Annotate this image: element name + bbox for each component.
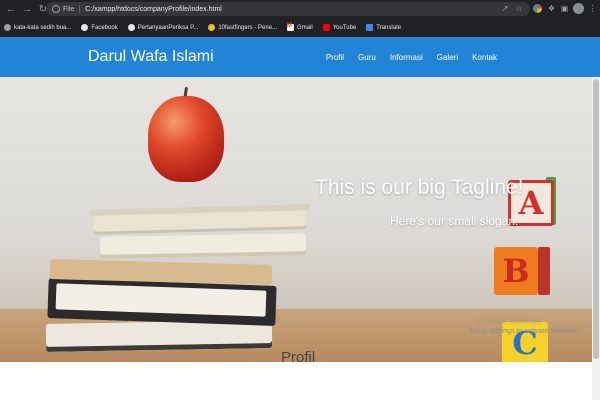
letter-block-b: B: [494, 247, 538, 295]
bookmark-item[interactable]: 10fastfingers - Pene...: [208, 24, 277, 31]
page-scrollbar[interactable]: [592, 77, 600, 400]
nav-link-profil[interactable]: Profil: [326, 53, 344, 62]
extension-color-icon[interactable]: [533, 4, 542, 13]
side-panel-icon[interactable]: ▣: [559, 3, 570, 14]
forward-icon[interactable]: →: [20, 2, 34, 16]
scrollbar-thumb[interactable]: [593, 79, 599, 359]
activation-title: Activate Windows: [478, 317, 542, 326]
menu-kebab-icon[interactable]: ⋮: [587, 3, 598, 14]
nav-link-informasi[interactable]: Informasi: [390, 53, 423, 62]
bookmark-label: YouTube: [332, 24, 357, 31]
bookmark-label: PertanyaanPeriksa P...: [137, 24, 199, 31]
site-brand[interactable]: Darul Wafa Islami: [88, 48, 214, 66]
address-bar[interactable]: File C:/xampp/htdocs/companyProfile/inde…: [46, 2, 530, 16]
bookmark-label: Translate: [376, 24, 402, 31]
bookmark-item[interactable]: Translate: [366, 24, 401, 31]
bookmark-label: Facebook: [91, 24, 118, 31]
bookmark-item[interactable]: PertanyaanPeriksa P...: [127, 24, 199, 31]
nav-links: Profil Guru Informasi Galeri Kontak: [326, 37, 497, 77]
hero-book: [45, 320, 273, 352]
address-url[interactable]: C:/xampp/htdocs/companyProfile/index.htm…: [85, 6, 222, 13]
hero-slogan: Here's our small slogan.: [390, 214, 519, 228]
hero-block-side: [538, 247, 550, 295]
windows-activation-watermark: Activate Windows Go to Settings to activ…: [470, 317, 581, 335]
site-navbar: Darul Wafa Islami Profil Guru Informasi …: [0, 37, 600, 77]
share-icon[interactable]: ↗: [500, 4, 510, 14]
browser-chrome: ← → ↻ File C:/xampp/htdocs/companyProfil…: [0, 0, 600, 37]
bookmark-label: kata-kata sedih bua...: [14, 24, 72, 31]
bookmark-item[interactable]: Gmail: [287, 23, 313, 31]
section-heading-profil: Profil: [281, 349, 316, 366]
bookmark-item[interactable]: YouTube: [322, 24, 357, 31]
back-icon[interactable]: ←: [4, 2, 18, 16]
bookmark-item[interactable]: Facebook: [81, 24, 118, 31]
web-page: Darul Wafa Islami Profil Guru Informasi …: [0, 37, 600, 400]
activation-hint: Go to Settings to activate Windows.: [470, 328, 581, 335]
nav-link-kontak[interactable]: Kontak: [472, 53, 497, 62]
bookmark-item[interactable]: kata-kata sedih bua...: [4, 24, 71, 31]
gmail-icon: [287, 23, 295, 31]
browser-toolbar: ← → ↻ File C:/xampp/htdocs/companyProfil…: [0, 0, 600, 18]
hero-book: [99, 233, 307, 259]
apple-image: [148, 96, 224, 182]
address-scheme: File: [63, 5, 75, 13]
10fastfingers-icon: [208, 24, 216, 31]
bookmark-label: Gmail: [297, 24, 313, 31]
bookmarks-bar: kata-kata sedih bua... Facebook Pertanya…: [0, 19, 600, 36]
translate-icon: [366, 24, 374, 31]
nav-link-galeri[interactable]: Galeri: [437, 53, 458, 62]
profile-avatar-icon[interactable]: [573, 3, 584, 14]
address-divider: [79, 5, 81, 13]
nav-link-guru[interactable]: Guru: [358, 53, 376, 62]
bookmark-label: 10fastfingers - Pene...: [218, 24, 278, 31]
extensions-puzzle-icon[interactable]: ❖: [546, 3, 557, 14]
globe-icon: [127, 24, 135, 31]
globe-icon: [4, 24, 11, 31]
bookmark-star-icon[interactable]: ☆: [514, 4, 524, 14]
hero-tagline: This is our big Tagline!: [315, 176, 524, 199]
globe-icon: [81, 24, 89, 31]
info-icon[interactable]: [52, 5, 60, 13]
youtube-icon: [322, 24, 330, 31]
